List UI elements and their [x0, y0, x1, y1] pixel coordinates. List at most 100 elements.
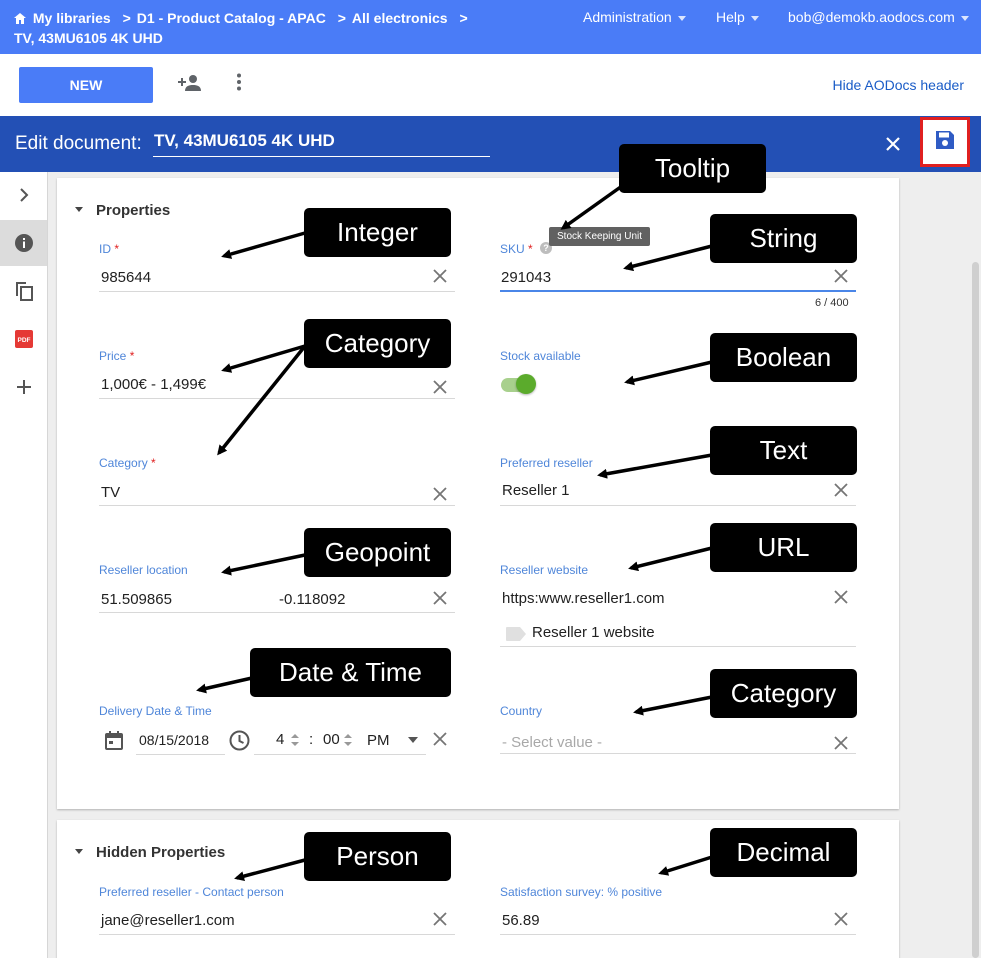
user-menu[interactable]: bob@demokb.aodocs.com [788, 9, 969, 25]
clear-icon[interactable] [433, 591, 447, 605]
edit-document-bar: Edit document: TV, 43MU6105 4K UHD [0, 116, 981, 172]
new-button[interactable]: NEW [19, 67, 153, 103]
chevron-right-icon [19, 188, 28, 202]
breadcrumb-document: TV, 43MU6105 4K UHD [14, 30, 163, 46]
label-tag-icon [506, 627, 526, 641]
field-underline [500, 753, 856, 754]
breadcrumb-separator: > [122, 10, 131, 26]
stock-toggle-knob[interactable] [516, 374, 536, 394]
time-colon: : [309, 731, 314, 748]
properties-section-header[interactable]: Properties [75, 202, 170, 219]
country-label: Country [500, 704, 543, 718]
info-panel-button[interactable] [0, 220, 47, 266]
preferred-reseller-value: Reseller 1 [502, 482, 570, 499]
clear-icon[interactable] [433, 912, 447, 926]
sku-label: SKU * ? [500, 242, 553, 256]
clear-icon[interactable] [834, 269, 848, 283]
add-panel-button[interactable] [0, 364, 47, 410]
annotation-string: String [710, 214, 857, 263]
category-value: TV [101, 484, 121, 501]
longitude-value[interactable]: -0.118092 [279, 591, 345, 608]
date-input[interactable]: 08/15/2018 [139, 732, 209, 748]
category-field[interactable]: Category * TV [99, 456, 455, 506]
breadcrumb-view[interactable]: All electronics [352, 10, 448, 26]
help-menu[interactable]: Help [716, 9, 759, 25]
clear-icon[interactable] [834, 736, 848, 750]
caret-down-icon [677, 15, 686, 21]
required-marker: * [528, 242, 533, 256]
clear-icon[interactable] [433, 269, 447, 283]
svg-text:?: ? [543, 243, 549, 253]
save-icon [935, 130, 955, 155]
pdf-icon: PDF [14, 330, 33, 348]
svg-text:PDF: PDF [17, 337, 30, 344]
breadcrumb-my-libraries[interactable]: My libraries [33, 10, 111, 26]
clear-icon[interactable] [433, 380, 447, 394]
hour-spinner-icon[interactable] [290, 733, 300, 747]
stock-label: Stock available [500, 349, 581, 363]
id-label: ID * [99, 242, 119, 256]
breadcrumb-separator: > [459, 10, 468, 26]
hour-input[interactable]: 4 [276, 731, 284, 748]
clear-icon[interactable] [433, 732, 447, 746]
minute-spinner-icon[interactable] [343, 733, 353, 747]
clear-icon[interactable] [834, 590, 848, 604]
reseller-website-url[interactable]: https:www.reseller1.com [502, 590, 665, 607]
more-vert-icon[interactable] [236, 73, 242, 96]
minute-input[interactable]: 00 [323, 731, 340, 748]
required-marker: * [114, 242, 120, 256]
user-email: bob@demokb.aodocs.com [788, 9, 955, 25]
pdf-panel-button[interactable]: PDF [0, 316, 47, 362]
date-underline [136, 754, 225, 755]
breadcrumb-separator: > [337, 10, 346, 26]
clear-icon[interactable] [834, 483, 848, 497]
latitude-value[interactable]: 51.509865 [101, 591, 172, 608]
delivery-label: Delivery Date & Time [99, 704, 212, 718]
clear-icon[interactable] [834, 912, 848, 926]
field-underline [99, 505, 455, 506]
required-marker: * [151, 456, 156, 470]
breadcrumb-library[interactable]: D1 - Product Catalog - APAC [137, 10, 326, 26]
reseller-website-link-label[interactable]: Reseller 1 website [532, 624, 655, 641]
ampm-select[interactable]: PM [367, 732, 390, 749]
dropdown-arrow-icon[interactable] [408, 737, 418, 743]
country-select[interactable]: - Select value - [502, 734, 602, 751]
contact-person-field[interactable]: Preferred reseller - Contact person jane… [99, 885, 455, 935]
annotation-category-right: Category [710, 669, 857, 718]
calendar-icon[interactable] [105, 731, 123, 750]
clear-icon[interactable] [433, 487, 447, 501]
help-menu-label: Help [716, 9, 745, 25]
clock-icon [229, 730, 250, 751]
scrollbar[interactable] [972, 262, 979, 958]
field-underline [500, 934, 856, 935]
close-icon[interactable] [885, 136, 901, 157]
contact-person-label: Preferred reseller - Contact person [99, 885, 284, 899]
satisfaction-field[interactable]: Satisfaction survey: % positive 56.89 [500, 885, 856, 935]
satisfaction-value: 56.89 [502, 912, 540, 929]
category-label: Category * [99, 456, 156, 470]
reseller-location-label: Reseller location [99, 563, 188, 577]
delivery-datetime-field: Delivery Date & Time 08/15/2018 4 : 00 P… [99, 704, 455, 756]
annotation-date-time: Date & Time [250, 648, 451, 697]
document-title-input[interactable]: TV, 43MU6105 4K UHD [153, 131, 490, 157]
save-button[interactable] [920, 117, 970, 167]
copy-panel-button[interactable] [0, 268, 47, 314]
reseller-website-field: Reseller website https:www.reseller1.com… [500, 563, 856, 647]
hidden-properties-section-header[interactable]: Hidden Properties [75, 844, 225, 861]
annotation-url: URL [710, 523, 857, 572]
caret-down-icon [960, 15, 969, 21]
sku-char-counter: 6 / 400 [815, 297, 849, 309]
required-marker: * [129, 349, 135, 363]
annotation-tooltip: Tooltip [619, 144, 766, 193]
annotation-person: Person [304, 832, 451, 881]
hide-aodocs-header-link[interactable]: Hide AODocs header [832, 77, 964, 93]
administration-menu-label: Administration [583, 9, 672, 25]
annotation-category-left: Category [304, 319, 451, 368]
properties-section-title: Properties [96, 202, 171, 219]
administration-menu[interactable]: Administration [583, 9, 686, 25]
time-underline [254, 754, 426, 755]
expand-panel-button[interactable] [0, 172, 47, 218]
category-label-text: Category [99, 456, 148, 470]
field-underline [99, 398, 455, 399]
add-person-icon[interactable] [178, 74, 202, 97]
